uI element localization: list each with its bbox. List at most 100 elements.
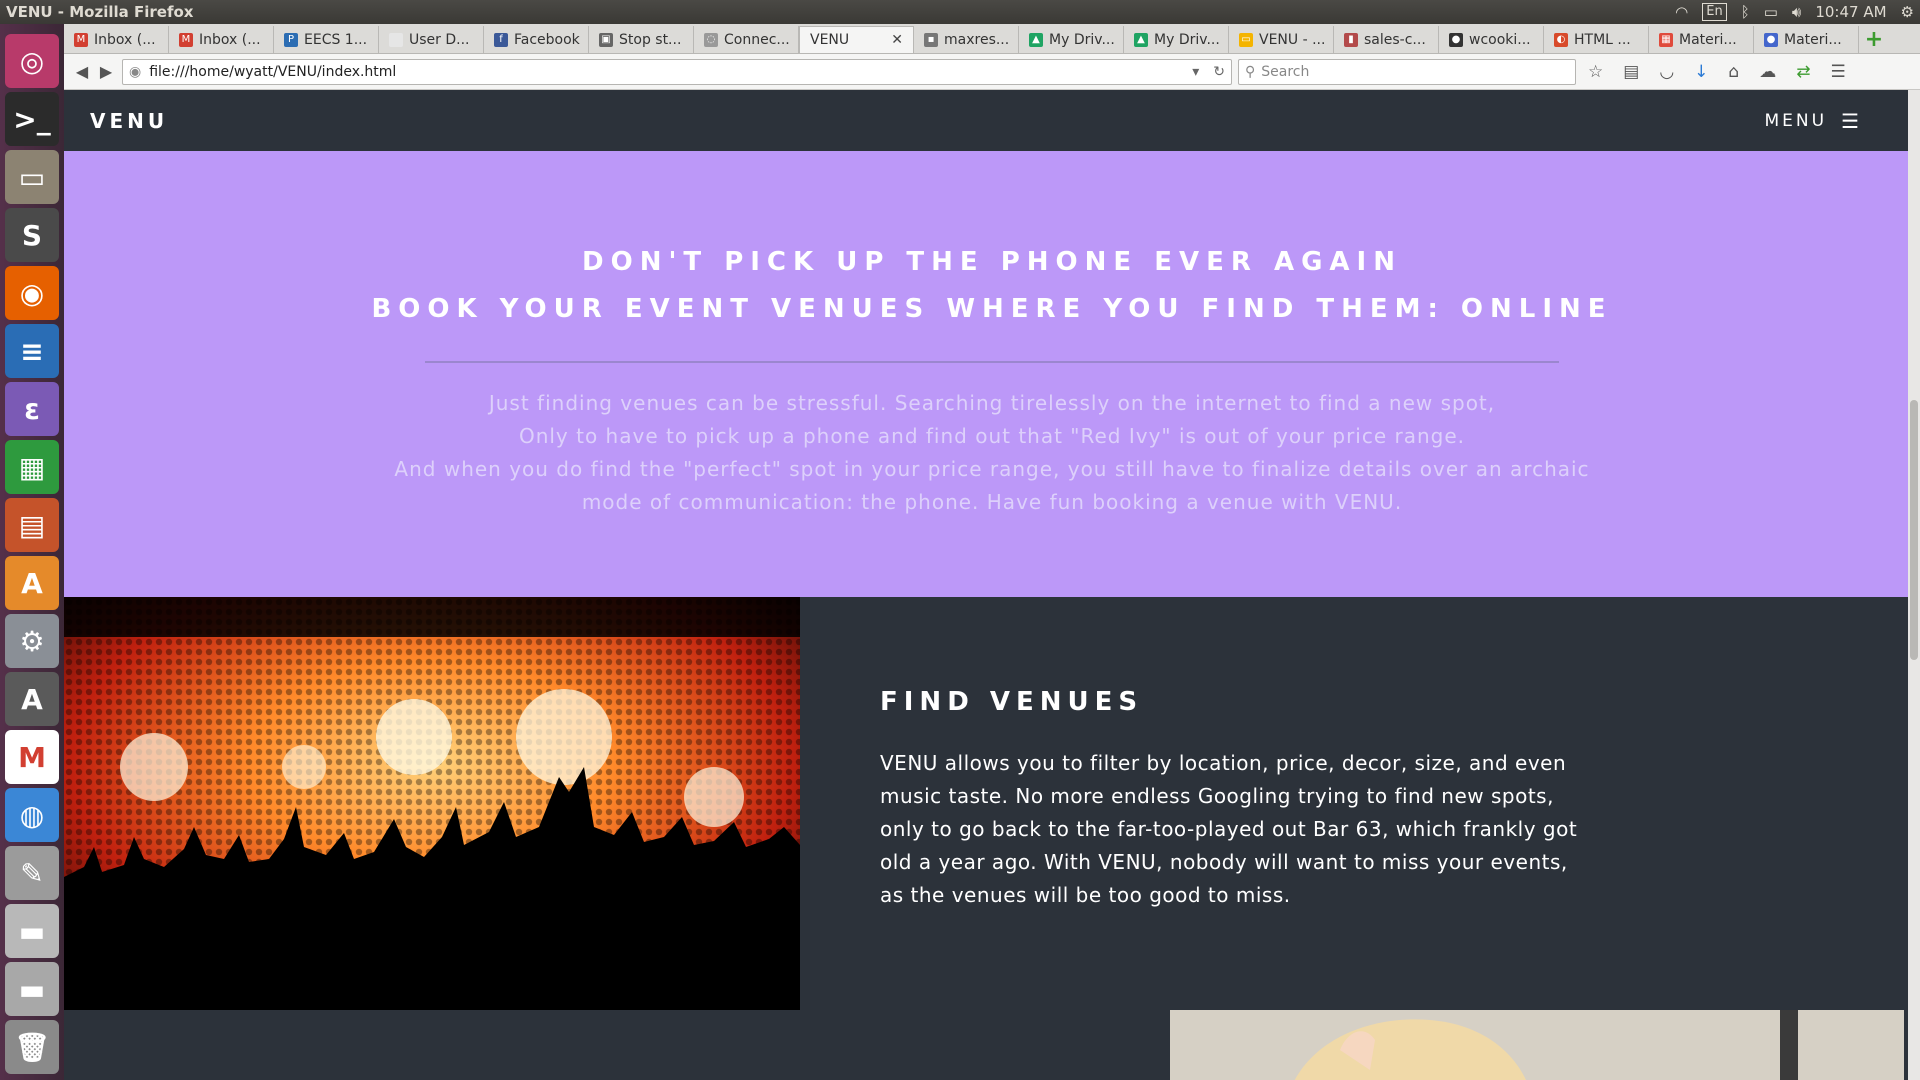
- tab[interactable]: ◌ Connec...: [694, 26, 799, 53]
- menu-button[interactable]: MENU ☰: [1764, 109, 1862, 133]
- feature-title: FIND VENUES: [880, 687, 1144, 717]
- ubuntu-dash-icon[interactable]: ◎: [5, 34, 59, 88]
- writer-icon[interactable]: ≡: [5, 324, 59, 378]
- tab[interactable]: f Facebook: [484, 26, 589, 53]
- hero-headline-2: BOOK YOUR EVENT VENUES WHERE YOU FIND TH…: [371, 294, 1613, 324]
- browser-window: M Inbox (... M Inbox (... P EECS 1... User D..…: [64, 24, 1920, 1080]
- tab[interactable]: ◐ HTML ...: [1544, 26, 1649, 53]
- impress-icon[interactable]: ▤: [5, 498, 59, 552]
- tab[interactable]: ▪ maxres...: [914, 26, 1019, 53]
- site-navbar: VENU MENU ☰: [64, 90, 1920, 151]
- scrollbar-thumb[interactable]: [1910, 400, 1918, 660]
- tab-label: sales-c...: [1364, 31, 1426, 48]
- gmail-icon[interactable]: M: [5, 730, 59, 784]
- hamburger-menu-icon[interactable]: ☰: [1830, 62, 1845, 82]
- wifi-icon[interactable]: ◠: [1675, 3, 1688, 21]
- tab-favicon-icon: ●: [1449, 32, 1463, 47]
- tab[interactable]: M Inbox (...: [64, 26, 169, 53]
- calc-icon[interactable]: ▦: [5, 440, 59, 494]
- tab-label: My Driv...: [1049, 31, 1115, 48]
- terminal-icon[interactable]: >_: [5, 92, 59, 146]
- tab[interactable]: ● Materi...: [1754, 26, 1859, 53]
- url-text[interactable]: file:///home/wyatt/VENU/index.html: [149, 64, 396, 80]
- tab-label: Materi...: [1679, 31, 1737, 48]
- tab-favicon-icon: M: [74, 32, 88, 47]
- bluetooth-icon[interactable]: ᛒ: [1741, 3, 1750, 21]
- hero-headline-1: DON'T PICK UP THE PHONE EVER AGAIN: [582, 247, 1402, 277]
- tab-active[interactable]: VENU ✕: [799, 26, 914, 53]
- system-top-bar: VENU - Mozilla Firefox ◠ En ᛒ ▭ 🔊︎ 10:47…: [0, 0, 1920, 24]
- window-title: VENU - Mozilla Firefox: [6, 3, 194, 21]
- chromium-icon[interactable]: ◍: [5, 788, 59, 842]
- tab-favicon-icon: ◌: [704, 32, 718, 47]
- page-scrollbar[interactable]: [1908, 90, 1920, 1080]
- chat-icon[interactable]: ☁: [1759, 62, 1776, 82]
- feature-body: VENU allows you to filter by location, p…: [880, 751, 1578, 907]
- feature-text: FIND VENUES VENU allows you to filter by…: [800, 597, 1580, 1010]
- hero-section: DON'T PICK UP THE PHONE EVER AGAIN BOOK …: [64, 151, 1920, 597]
- gear-icon[interactable]: ⚙: [1901, 3, 1914, 21]
- history-dropdown-icon[interactable]: ▾: [1192, 64, 1199, 80]
- tab-label: Materi...: [1784, 31, 1842, 48]
- trash-icon[interactable]: 🗑: [5, 1020, 59, 1074]
- clock[interactable]: 10:47 AM: [1815, 3, 1886, 21]
- software-updater-icon[interactable]: A: [5, 672, 59, 726]
- close-tab-icon[interactable]: ✕: [891, 32, 903, 48]
- tab[interactable]: M Inbox (...: [169, 26, 274, 53]
- new-tab-button[interactable]: +: [1859, 26, 1889, 53]
- drive-2-icon[interactable]: ▬: [5, 962, 59, 1016]
- system-tray: ◠ En ᛒ ▭ 🔊︎ 10:47 AM ⚙: [1675, 0, 1914, 24]
- tab-label: My Driv...: [1154, 31, 1220, 48]
- settings-icon[interactable]: ⚙: [5, 614, 59, 668]
- tab[interactable]: ▲ My Driv...: [1019, 26, 1124, 53]
- tab[interactable]: ▲ My Driv...: [1124, 26, 1229, 53]
- emacs-icon[interactable]: ε: [5, 382, 59, 436]
- firefox-icon[interactable]: ◉: [5, 266, 59, 320]
- reading-list-icon[interactable]: ▤: [1623, 62, 1639, 82]
- url-bar[interactable]: ◉ file:///home/wyatt/VENU/index.html ▾ ↻: [122, 58, 1232, 85]
- forward-icon[interactable]: ▶: [94, 60, 118, 84]
- tab-label: wcooki...: [1469, 31, 1531, 48]
- tab-label: maxres...: [944, 31, 1010, 48]
- tab[interactable]: User D...: [379, 26, 484, 53]
- tab-label: Inbox (...: [199, 31, 261, 48]
- portrait-image: [1170, 1010, 1904, 1080]
- pocket-icon[interactable]: ◡: [1659, 62, 1674, 82]
- tab-label: VENU - ...: [1259, 31, 1326, 48]
- tab-favicon-icon: ▣: [599, 32, 613, 47]
- portrait-illustration: [1170, 1010, 1904, 1080]
- sync-icon[interactable]: ⇄: [1796, 62, 1810, 82]
- tab[interactable]: ▣ Stop st...: [589, 26, 694, 53]
- navigation-toolbar: ◀ ▶ ◉ file:///home/wyatt/VENU/index.html…: [64, 54, 1920, 90]
- downloads-icon[interactable]: ↓: [1694, 62, 1708, 82]
- search-input[interactable]: ⚲ Search: [1238, 58, 1576, 85]
- tab-favicon-icon: ●: [1764, 32, 1778, 47]
- software-center-icon[interactable]: A: [5, 556, 59, 610]
- tab[interactable]: ▭ VENU - ...: [1229, 26, 1334, 53]
- text-editor-icon[interactable]: ✎: [5, 846, 59, 900]
- back-icon[interactable]: ◀: [70, 60, 94, 84]
- tab-favicon-icon: M: [179, 32, 193, 47]
- tab[interactable]: ▦ Materi...: [1649, 26, 1754, 53]
- bookmark-star-icon[interactable]: ☆: [1588, 62, 1603, 82]
- battery-icon[interactable]: ▭: [1764, 3, 1778, 21]
- tab-label: EECS 1...: [304, 31, 368, 48]
- tab[interactable]: ● wcooki...: [1439, 26, 1544, 53]
- reload-icon[interactable]: ↻: [1213, 64, 1225, 80]
- keyboard-layout-indicator[interactable]: En: [1702, 3, 1727, 21]
- hero-line: Only to have to pick up a phone and find…: [518, 424, 1466, 448]
- tab-favicon-icon: ▲: [1134, 32, 1148, 47]
- tab-favicon-icon: f: [494, 32, 508, 47]
- site-info-icon[interactable]: ◉: [129, 64, 141, 80]
- tab-label: VENU: [810, 32, 850, 48]
- page-viewport: VENU MENU ☰ DON'T PICK UP THE PHONE EVER…: [64, 90, 1920, 1080]
- search-icon: ⚲: [1245, 63, 1256, 80]
- tab[interactable]: P EECS 1...: [274, 26, 379, 53]
- file-manager-icon[interactable]: ▭: [5, 150, 59, 204]
- sublime-text-icon[interactable]: S: [5, 208, 59, 262]
- tab[interactable]: ▮ sales-c...: [1334, 26, 1439, 53]
- home-icon[interactable]: ⌂: [1728, 62, 1739, 82]
- site-brand[interactable]: VENU: [90, 109, 168, 133]
- drive-icon[interactable]: ▬: [5, 904, 59, 958]
- volume-icon[interactable]: 🔊︎: [1792, 3, 1801, 21]
